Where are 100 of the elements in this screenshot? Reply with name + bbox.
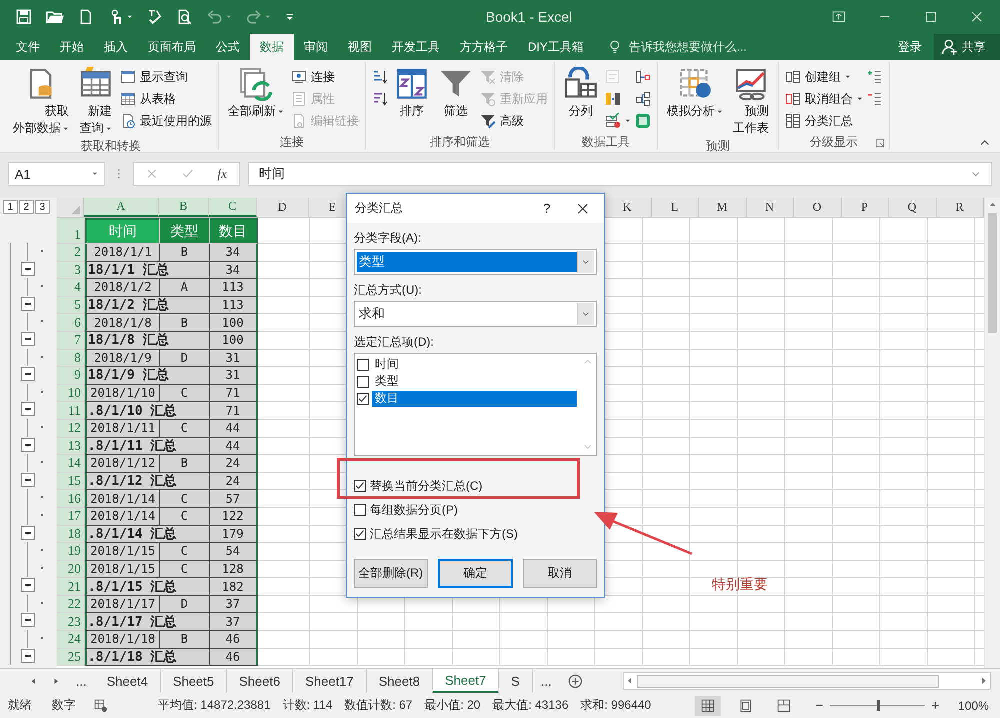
column-header[interactable]: P: [842, 198, 890, 217]
list-item[interactable]: 数目: [372, 390, 577, 406]
row-header[interactable]: 12: [57, 420, 85, 438]
row-header[interactable]: 2: [57, 244, 85, 262]
sign-in-link[interactable]: 登录: [886, 34, 934, 60]
ribbon-button[interactable]: 最近使用的源: [120, 111, 212, 131]
checkbox-label[interactable]: 汇总结果显示在数据下方(S): [370, 526, 518, 542]
checkbox[interactable]: [354, 504, 366, 516]
ribbon-tab[interactable]: 数据: [250, 34, 294, 60]
dialog-button[interactable]: 全部删除(R): [354, 559, 428, 588]
row-header[interactable]: 17: [57, 508, 85, 526]
customize-toolbar-button[interactable]: [285, 12, 295, 22]
column-header[interactable]: B: [159, 198, 210, 217]
ribbon-tab[interactable]: 公式: [206, 34, 250, 60]
ribbon-button[interactable]: 连接: [291, 67, 359, 87]
collapse-button[interactable]: [21, 648, 35, 663]
ribbon-tab[interactable]: 文件: [6, 34, 50, 60]
scroll-left-icon[interactable]: [626, 677, 634, 685]
dropdown-field[interactable]: 类型: [354, 249, 597, 275]
row-header[interactable]: 1: [57, 218, 85, 244]
checkbox[interactable]: [354, 528, 366, 540]
dialog-launcher-icon[interactable]: [876, 139, 885, 148]
list-item[interactable]: 时间: [372, 356, 577, 372]
row-header[interactable]: 22: [57, 596, 85, 614]
row-header[interactable]: 8: [57, 350, 85, 368]
collapse-button[interactable]: [21, 578, 35, 592]
zoom-level[interactable]: 100%: [958, 698, 990, 712]
row-header[interactable]: 7: [57, 332, 85, 350]
column-header[interactable]: D: [257, 198, 310, 217]
ribbon-button[interactable]: 分类汇总: [785, 111, 863, 131]
ribbon-button[interactable]: 分列: [561, 65, 601, 134]
zoom-slider-thumb[interactable]: [876, 700, 880, 711]
ribbon-button[interactable]: 预测 工作表: [730, 65, 772, 138]
ribbon-tab[interactable]: 审阅: [294, 34, 338, 60]
column-header[interactable]: L: [652, 198, 700, 217]
column-header[interactable]: M: [699, 198, 747, 217]
checkbox[interactable]: [354, 480, 366, 492]
ribbon-button[interactable]: 创建组: [785, 67, 863, 87]
collapse-button[interactable]: [21, 613, 35, 628]
row-header[interactable]: 13: [57, 438, 85, 456]
ribbon-icon-button[interactable]: [605, 111, 631, 131]
collapse-ribbon-icon[interactable]: [980, 138, 990, 148]
name-box[interactable]: A1: [8, 162, 105, 186]
collapse-button[interactable]: [21, 472, 35, 487]
column-header[interactable]: C: [209, 198, 258, 217]
ribbon-button[interactable]: 从表格: [120, 89, 212, 109]
collapse-button[interactable]: [21, 526, 35, 540]
scroll-up-icon[interactable]: [988, 201, 996, 209]
ribbon-button[interactable]: 排序: [392, 65, 432, 134]
row-header[interactable]: 11: [57, 402, 85, 420]
row-header[interactable]: 5: [57, 296, 85, 314]
ribbon-button[interactable]: 全部刷新: [225, 65, 287, 134]
insert-function-button[interactable]: fx: [218, 166, 228, 182]
help-button[interactable]: ?: [532, 201, 562, 216]
more-sheets-button[interactable]: ...: [532, 669, 560, 693]
normal-view-button[interactable]: [695, 696, 722, 716]
ribbon-button[interactable]: 取消组合: [785, 89, 863, 109]
scroll-right-icon[interactable]: [980, 677, 988, 685]
print-preview-button[interactable]: [177, 9, 193, 25]
row-header[interactable]: 21: [57, 578, 85, 596]
list-item[interactable]: 类型: [372, 374, 577, 390]
ribbon-tab[interactable]: 插入: [94, 34, 138, 60]
checkbox[interactable]: [357, 358, 369, 370]
ribbon-button[interactable]: 筛选: [436, 65, 476, 134]
ribbon-button[interactable]: 显示查询: [120, 67, 212, 87]
ribbon-button[interactable]: 新建 查询: [76, 65, 116, 138]
row-header[interactable]: 15: [57, 472, 85, 490]
row-header[interactable]: 10: [57, 384, 85, 402]
row-header[interactable]: 19: [57, 543, 85, 561]
row-header[interactable]: 6: [57, 314, 85, 332]
dropdown-field[interactable]: 求和: [354, 301, 597, 327]
row-header[interactable]: 25: [57, 648, 85, 666]
collapse-button[interactable]: [21, 332, 35, 346]
tell-me-field[interactable]: 告诉我您想要做什么...: [627, 39, 832, 55]
collapse-button[interactable]: [21, 262, 35, 276]
collapse-button[interactable]: [21, 296, 35, 311]
outline-level-button[interactable]: 1: [3, 200, 18, 214]
ribbon-tab[interactable]: 开发工具: [382, 34, 450, 60]
formula-field[interactable]: 时间: [248, 162, 992, 186]
sheet-tab[interactable]: Sheet7: [433, 669, 500, 693]
dialog-button[interactable]: 取消: [523, 559, 598, 588]
save-button[interactable]: [16, 9, 32, 25]
checkbox[interactable]: [357, 392, 369, 404]
ribbon-button[interactable]: 获取 外部数据: [10, 65, 72, 138]
more-sheets-button[interactable]: ...: [68, 669, 95, 693]
row-header[interactable]: 3: [57, 262, 85, 280]
dialog-button[interactable]: 确定: [438, 559, 514, 588]
scrollbar-thumb[interactable]: [636, 674, 939, 688]
row-header[interactable]: 14: [57, 455, 85, 473]
ribbon-icon-button[interactable]: [635, 89, 651, 109]
ribbon-tab[interactable]: 方方格子: [450, 34, 518, 60]
row-header[interactable]: 9: [57, 367, 85, 385]
collapse-button[interactable]: [21, 367, 35, 382]
collapse-button[interactable]: [21, 402, 35, 416]
row-header[interactable]: 20: [57, 560, 85, 578]
ribbon-tab[interactable]: 页面布局: [138, 34, 206, 60]
zoom-in-button[interactable]: [931, 701, 940, 710]
collapse-button[interactable]: [21, 438, 35, 452]
new-button[interactable]: [78, 9, 94, 25]
row-header[interactable]: 24: [57, 631, 85, 649]
